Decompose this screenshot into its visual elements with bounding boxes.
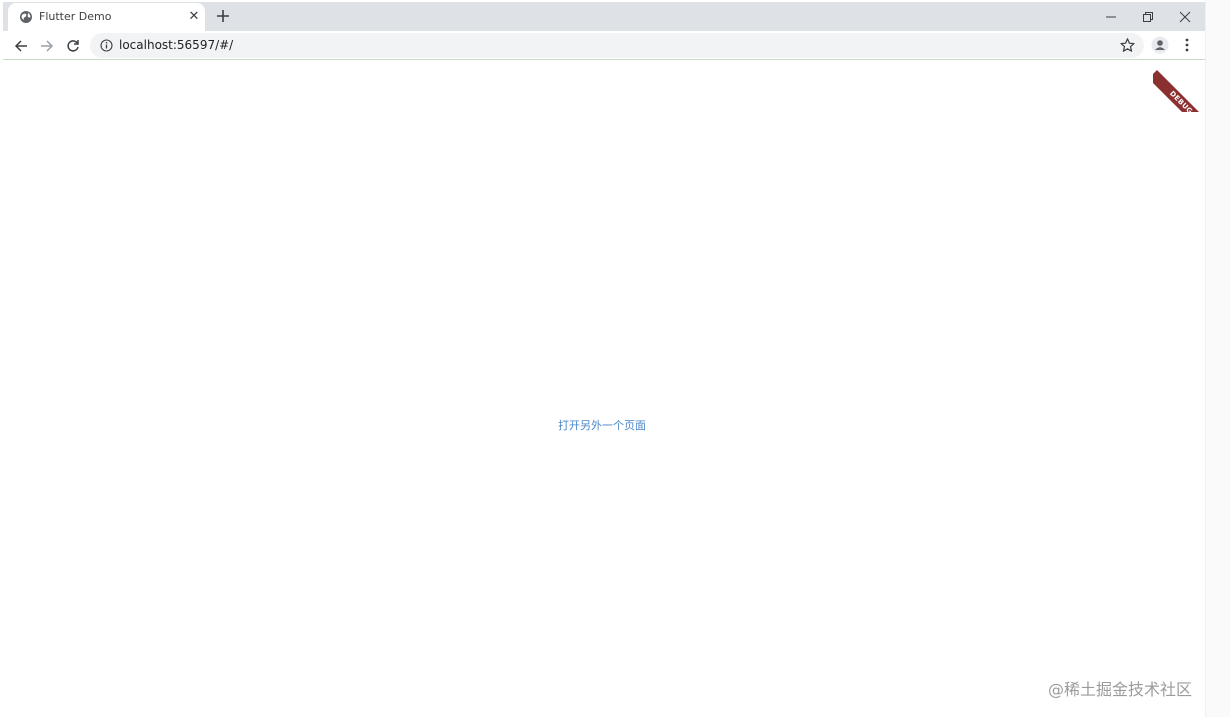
tab-title: Flutter Demo (39, 10, 112, 23)
reload-button[interactable] (63, 36, 83, 56)
window-edge (1205, 0, 1230, 717)
address-bar[interactable]: localhost:56597/#/ (90, 33, 1144, 58)
open-another-page-button[interactable]: 打开另外一个页面 (558, 417, 646, 433)
tab-close-icon[interactable]: ✕ (186, 9, 202, 25)
plus-icon[interactable] (212, 5, 234, 27)
restore-button[interactable] (1129, 2, 1166, 31)
arrow-right-icon (41, 40, 54, 52)
page-viewport: 打开另外一个页面 (3, 60, 1205, 717)
debug-banner: DEBUG (1153, 60, 1205, 112)
tab-strip: Flutter Demo ✕ (3, 2, 1205, 31)
back-button[interactable] (11, 36, 31, 56)
watermark-text: @稀土掘金技术社区 (1048, 680, 1193, 699)
minimize-button[interactable] (1092, 2, 1129, 31)
close-window-button[interactable] (1166, 2, 1203, 31)
url-text[interactable]: localhost:56597/#/ (119, 38, 233, 52)
arrow-left-icon (14, 40, 27, 52)
close-icon (1179, 11, 1190, 22)
avatar-icon[interactable] (1151, 36, 1169, 54)
minimize-icon (1105, 16, 1116, 17)
globe-icon (20, 11, 32, 23)
tab-flutter-demo[interactable]: Flutter Demo ✕ (8, 3, 205, 31)
browser-window: Flutter Demo ✕ localhost:56597/#/ 打开另外一个… (3, 2, 1205, 717)
info-icon[interactable] (100, 39, 113, 52)
restore-icon (1142, 11, 1153, 22)
browser-toolbar: localhost:56597/#/ (3, 31, 1205, 60)
forward-button[interactable] (37, 36, 57, 56)
kebab-menu-icon[interactable] (1179, 36, 1195, 54)
star-icon[interactable] (1119, 37, 1136, 54)
reload-icon (67, 40, 79, 52)
debug-label: DEBUG (1153, 70, 1205, 112)
